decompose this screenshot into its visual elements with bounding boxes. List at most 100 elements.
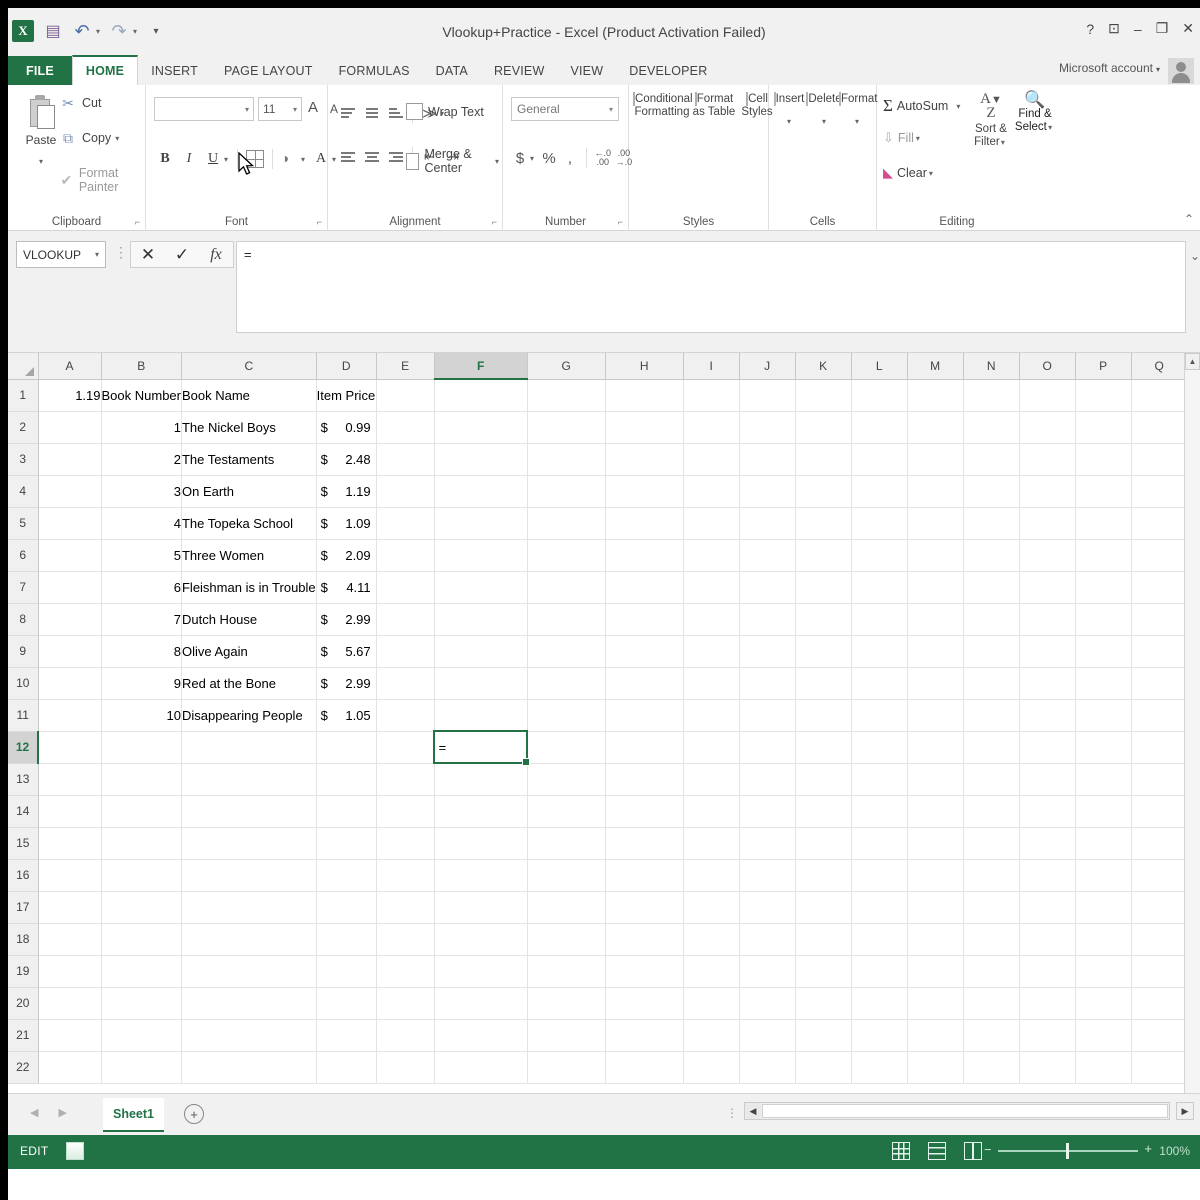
cell-C8[interactable]: Dutch House	[181, 603, 317, 636]
cell-N22[interactable]	[963, 1051, 1020, 1084]
cell-K15[interactable]	[795, 827, 852, 860]
column-header-D[interactable]: D	[316, 353, 377, 380]
cell-C12[interactable]	[181, 731, 317, 764]
row-header-3[interactable]: 3	[8, 443, 39, 476]
cell-B6[interactable]: 5	[101, 539, 182, 572]
cell-L19[interactable]	[851, 955, 908, 988]
cell-Q11[interactable]	[1131, 699, 1188, 732]
number-format-select[interactable]: General ▾	[511, 97, 619, 121]
cell-F1[interactable]	[434, 379, 528, 412]
view-normal-button[interactable]	[892, 1142, 910, 1160]
sheet-tab-sheet1[interactable]: Sheet1	[103, 1098, 164, 1132]
paste-button[interactable]: Paste ▾	[18, 93, 64, 166]
cell-D6[interactable]: $2.09	[316, 539, 377, 572]
cell-J5[interactable]	[739, 507, 796, 540]
cell-J7[interactable]	[739, 571, 796, 604]
cell-D11[interactable]: $1.05	[316, 699, 377, 732]
cell-G3[interactable]	[527, 443, 606, 476]
zoom-in-icon[interactable]: +	[1144, 1141, 1152, 1156]
cell-F19[interactable]	[434, 955, 528, 988]
cell-O15[interactable]	[1019, 827, 1076, 860]
cell-K2[interactable]	[795, 411, 852, 444]
cell-H21[interactable]	[605, 1019, 684, 1052]
cell-L1[interactable]	[851, 379, 908, 412]
row-header-13[interactable]: 13	[8, 763, 39, 796]
cell-O14[interactable]	[1019, 795, 1076, 828]
cell-E13[interactable]	[376, 763, 435, 796]
delete-cells-button[interactable]: Delete ▾	[806, 92, 842, 126]
cell-L13[interactable]	[851, 763, 908, 796]
column-header-J[interactable]: J	[739, 353, 796, 380]
add-sheet-icon[interactable]: +	[184, 1104, 204, 1124]
cell-J16[interactable]	[739, 859, 796, 892]
cell-B8[interactable]: 7	[101, 603, 182, 636]
cell-K18[interactable]	[795, 923, 852, 956]
cell-E6[interactable]	[376, 539, 435, 572]
cell-Q18[interactable]	[1131, 923, 1188, 956]
cell-L17[interactable]	[851, 891, 908, 924]
cell-B2[interactable]: 1	[101, 411, 182, 444]
cell-I13[interactable]	[683, 763, 740, 796]
cell-K20[interactable]	[795, 987, 852, 1020]
cell-G8[interactable]	[527, 603, 606, 636]
number-dialog-launcher[interactable]: ⌐	[618, 217, 623, 227]
cell-E2[interactable]	[376, 411, 435, 444]
clear-button[interactable]: ◣ Clear ▾	[883, 165, 936, 181]
cell-F20[interactable]	[434, 987, 528, 1020]
cell-M1[interactable]	[907, 379, 964, 412]
cell-P12[interactable]	[1075, 731, 1132, 764]
cell-A13[interactable]	[38, 763, 102, 796]
cell-H5[interactable]	[605, 507, 684, 540]
cell-Q21[interactable]	[1131, 1019, 1188, 1052]
cell-D18[interactable]	[316, 923, 377, 956]
cell-L6[interactable]	[851, 539, 908, 572]
cell-G9[interactable]	[527, 635, 606, 668]
cell-C3[interactable]: The Testaments	[181, 443, 317, 476]
fill-color-button[interactable]	[279, 147, 301, 171]
cell-Q8[interactable]	[1131, 603, 1188, 636]
restore-icon[interactable]: ❐	[1156, 20, 1169, 37]
cell-O9[interactable]	[1019, 635, 1076, 668]
cell-I18[interactable]	[683, 923, 740, 956]
merge-center-button[interactable]: Merge & Center ▾	[406, 147, 502, 175]
cell-F7[interactable]	[434, 571, 528, 604]
cell-H22[interactable]	[605, 1051, 684, 1084]
cell-J1[interactable]	[739, 379, 796, 412]
formula-bar-grip[interactable]: ⋮	[114, 244, 128, 261]
cell-C14[interactable]	[181, 795, 317, 828]
scroll-left-icon[interactable]: ◀	[745, 1103, 761, 1119]
cell-C18[interactable]	[181, 923, 317, 956]
cell-Q14[interactable]	[1131, 795, 1188, 828]
cell-H2[interactable]	[605, 411, 684, 444]
cell-H20[interactable]	[605, 987, 684, 1020]
row-header-7[interactable]: 7	[8, 571, 39, 604]
cell-C9[interactable]: Olive Again	[181, 635, 317, 668]
cell-C5[interactable]: The Topeka School	[181, 507, 317, 540]
cell-E10[interactable]	[376, 667, 435, 700]
cell-B4[interactable]: 3	[101, 475, 182, 508]
font-dialog-launcher[interactable]: ⌐	[317, 217, 322, 227]
cell-A1[interactable]: 1.19	[38, 379, 102, 412]
cell-M12[interactable]	[907, 731, 964, 764]
cell-I4[interactable]	[683, 475, 740, 508]
cell-M10[interactable]	[907, 667, 964, 700]
cell-O10[interactable]	[1019, 667, 1076, 700]
cell-L12[interactable]	[851, 731, 908, 764]
cell-H18[interactable]	[605, 923, 684, 956]
cell-J22[interactable]	[739, 1051, 796, 1084]
cell-F17[interactable]	[434, 891, 528, 924]
cell-G21[interactable]	[527, 1019, 606, 1052]
collapse-ribbon-icon[interactable]: ⌃	[1184, 212, 1194, 226]
row-header-17[interactable]: 17	[8, 891, 39, 924]
cell-I16[interactable]	[683, 859, 740, 892]
column-header-C[interactable]: C	[181, 353, 317, 380]
cell-I20[interactable]	[683, 987, 740, 1020]
cell-O16[interactable]	[1019, 859, 1076, 892]
cell-K3[interactable]	[795, 443, 852, 476]
cell-N7[interactable]	[963, 571, 1020, 604]
cell-P7[interactable]	[1075, 571, 1132, 604]
row-header-19[interactable]: 19	[8, 955, 39, 988]
cell-J10[interactable]	[739, 667, 796, 700]
tab-data[interactable]: DATA	[423, 56, 481, 85]
cell-O11[interactable]	[1019, 699, 1076, 732]
